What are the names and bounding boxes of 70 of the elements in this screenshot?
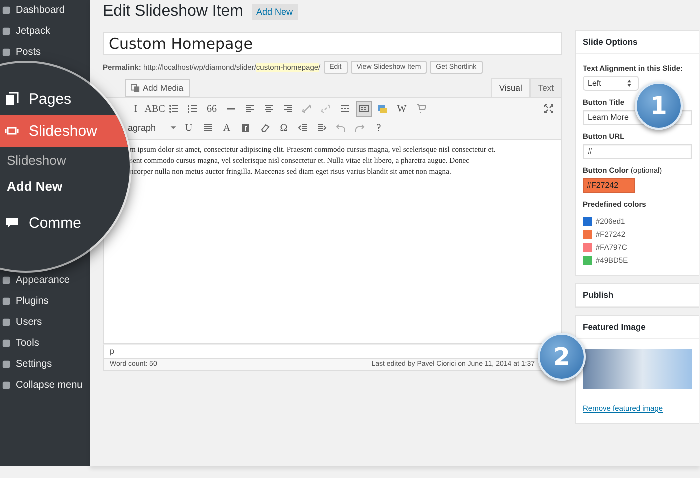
panel-title: Publish — [576, 284, 699, 307]
text-field[interactable]: # — [583, 144, 692, 159]
align-left-icon — [245, 104, 255, 114]
bullet-list-icon — [169, 104, 179, 114]
square-icon — [2, 360, 11, 369]
panel-title: Slide Options — [576, 31, 699, 54]
editor-content[interactable] — [103, 139, 562, 344]
color-swatch[interactable] — [583, 243, 592, 252]
add-media-button[interactable]: Add Media — [125, 79, 190, 97]
menu-item[interactable]: Plugins — [0, 291, 90, 312]
keyboard-icon — [359, 104, 369, 114]
title-field[interactable]: Custom Homepage — [103, 32, 562, 55]
paste-text-icon — [241, 123, 251, 133]
align-center-icon — [264, 104, 274, 114]
redo-icon — [355, 123, 365, 133]
more-tag-icon — [340, 104, 350, 114]
toolbar-button[interactable]: ABC — [147, 101, 163, 117]
eraser-icon — [260, 123, 270, 133]
editor-tab[interactable]: Text — [530, 78, 562, 97]
square-icon — [2, 48, 11, 57]
color-swatch[interactable] — [583, 256, 592, 265]
fullscreen-icon — [544, 104, 554, 114]
cart-icon — [416, 104, 426, 114]
media-icon — [131, 84, 140, 92]
indent-icon — [317, 123, 327, 133]
menu-item[interactable]: Users — [0, 312, 90, 333]
outdent-icon — [298, 123, 308, 133]
menu-item[interactable]: Posts — [0, 42, 90, 63]
toolbar-button[interactable]: ? — [371, 120, 387, 136]
color-field[interactable]: #F27242 — [583, 178, 635, 193]
add-new-button[interactable]: Add New — [252, 4, 298, 20]
menu-item[interactable]: Appearance — [0, 270, 90, 291]
menu-item[interactable]: Slideshow — [0, 115, 130, 147]
menu-item[interactable]: Settings — [0, 354, 90, 375]
menu-item[interactable]: Tools — [0, 333, 90, 354]
format-dropdown[interactable]: agraph — [128, 123, 178, 133]
color-swatch[interactable] — [583, 230, 592, 239]
square-icon — [2, 318, 11, 327]
submenu-item[interactable]: Add New — [0, 173, 130, 199]
menu-item[interactable]: Jetpack — [0, 21, 90, 42]
submenu-item[interactable]: Slideshow — [0, 147, 130, 173]
align-right-icon — [283, 104, 293, 114]
square-icon — [2, 297, 11, 306]
toolbar-button[interactable]: A — [219, 120, 235, 136]
image-icon — [378, 104, 388, 114]
menu-item[interactable]: Comme — [0, 207, 130, 239]
square-icon — [2, 276, 11, 285]
page-title: Edit Slideshow Item — [103, 3, 244, 21]
keyboard-button[interactable] — [356, 101, 372, 117]
pages-icon — [5, 92, 19, 106]
square-icon — [2, 339, 11, 348]
undo-icon — [336, 123, 346, 133]
toolbar-button[interactable]: 66 — [204, 101, 220, 117]
editor-tab[interactable]: Visual — [491, 78, 530, 97]
square-icon — [2, 6, 11, 15]
toolbar-button[interactable]: I — [128, 101, 144, 117]
speech-bubble-icon — [5, 216, 19, 230]
menu-item[interactable]: Collapse menu — [0, 375, 90, 396]
toolbar-button[interactable]: Ω — [276, 120, 292, 136]
menu-item[interactable]: Dashboard — [0, 0, 90, 21]
justify-icon — [203, 123, 213, 133]
updown-arrow-icon — [625, 79, 634, 88]
square-icon — [2, 381, 11, 390]
square-icon — [2, 27, 11, 36]
alignment-select[interactable]: Left — [583, 76, 639, 91]
numbered-list-icon — [188, 104, 198, 114]
toolbar-button[interactable]: W — [394, 101, 410, 117]
toolbar-button[interactable]: U — [181, 120, 197, 136]
color-swatch[interactable] — [583, 217, 592, 226]
panel-title: Featured Image — [576, 316, 699, 339]
